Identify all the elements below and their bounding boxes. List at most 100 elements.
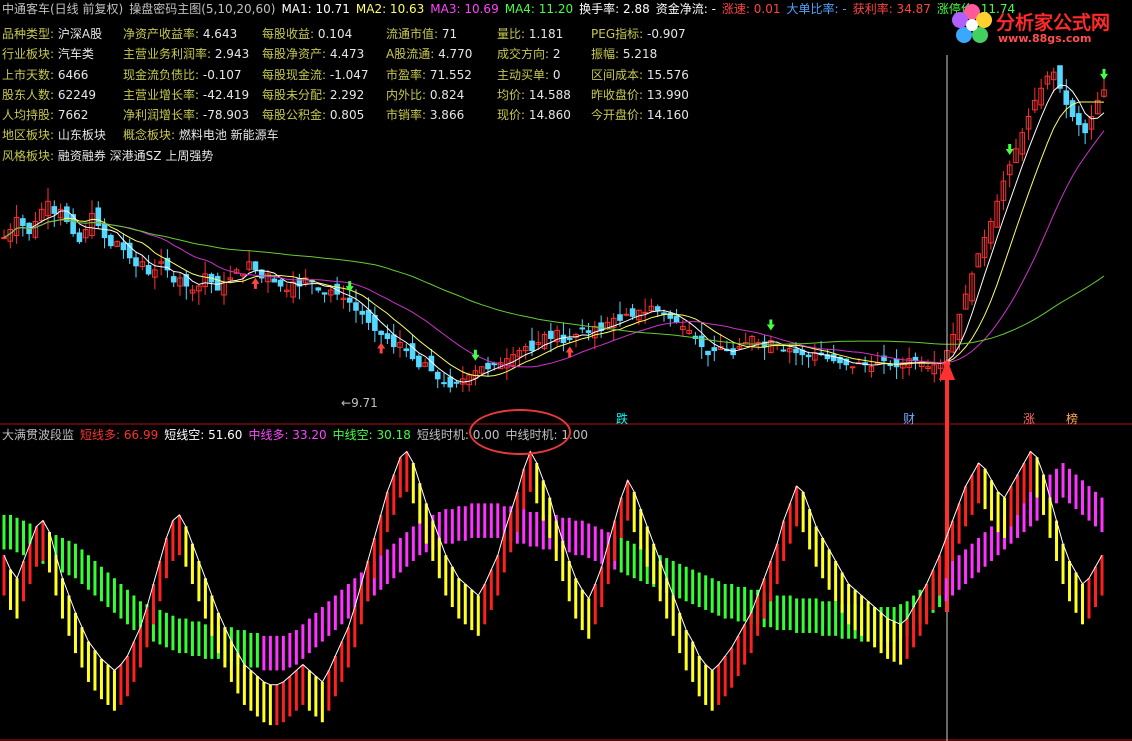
candle-body	[120, 242, 127, 251]
info-label: 内外比:	[386, 87, 427, 102]
info-value: 4.770	[434, 47, 473, 62]
info-value: 3.866	[426, 108, 465, 123]
info-label: 概念板块:	[123, 128, 176, 143]
candle-body	[893, 358, 900, 368]
info-value: 0.104	[314, 27, 353, 41]
highlight-callout	[469, 409, 571, 455]
candle-body	[359, 310, 366, 315]
candle-body	[1069, 100, 1076, 118]
info-label: 行业板块:	[2, 47, 55, 62]
info-value: 71	[438, 27, 458, 41]
candle-body	[780, 349, 787, 352]
header-item-10: 获利率: 34.87	[852, 2, 931, 16]
low-price-value: 9.71	[351, 396, 378, 410]
header-item-6: 换手率: 2.88	[579, 2, 650, 16]
indicator-item-3: 中线多: 33.20	[248, 428, 327, 442]
candle-body	[384, 333, 391, 339]
info-value: 4.473	[326, 47, 365, 62]
candle-body	[271, 278, 278, 283]
candle-body	[793, 348, 799, 354]
buy-arrow-icon	[251, 277, 260, 289]
info-label: A股流通:	[386, 47, 435, 62]
info-value: 5.218	[619, 47, 658, 62]
candle-body	[642, 311, 648, 314]
info-cell: 现金流负债比: -0.107	[123, 65, 242, 85]
info-cell: 成交方向: 2	[497, 44, 561, 64]
info-cell: 上市天数: 6466	[2, 65, 88, 85]
candle-body	[623, 313, 630, 316]
info-cell: 量比: 1.181	[497, 24, 563, 44]
sell-arrow-icon	[766, 319, 775, 331]
header-item-3: MA2: 10.63	[355, 2, 425, 16]
info-label: PEG指标:	[591, 27, 644, 41]
info-cell: 昨收盘价: 13.990	[591, 85, 689, 105]
indicator-item-2: 短线空: 51.60	[164, 428, 243, 442]
info-cell: 主营业增长率: -42.419	[123, 85, 249, 105]
indicator-item-4: 中线空: 30.18	[332, 428, 411, 442]
info-label: 风格板块:	[2, 148, 55, 163]
candle-body	[416, 355, 422, 368]
candle-body	[145, 265, 152, 275]
info-label: 量比:	[497, 27, 526, 41]
candle-body	[441, 382, 447, 385]
info-cell: 风格板块: 融资融券 深港通SZ 上周强势	[2, 146, 213, 166]
candle-body	[277, 279, 284, 287]
candle-body	[1063, 90, 1070, 105]
site-logo: 分析家公式网 www.88gs.com	[950, 2, 1132, 48]
candle-body	[529, 340, 535, 352]
candle-body	[566, 337, 573, 340]
info-cell: 市盈率: 71.552	[386, 65, 472, 85]
info-cell: 主动买单: 0	[497, 65, 561, 85]
info-cell: 每股未分配: 2.292	[262, 85, 364, 105]
info-label: 股东人数:	[2, 87, 55, 102]
info-label: 现价:	[497, 108, 526, 123]
info-label: 均价:	[497, 87, 526, 102]
candle-body	[830, 354, 837, 362]
info-value: 6466	[54, 67, 89, 82]
header-item-4: MA3: 10.69	[430, 2, 499, 16]
info-cell: 股东人数: 62249	[2, 85, 96, 105]
header-item-9: 大单比率: -	[786, 2, 847, 16]
candle-body	[346, 297, 353, 303]
info-value: 山东板块	[54, 128, 106, 143]
candle-body	[485, 362, 491, 370]
info-cell: 地区板块: 山东板块	[2, 125, 106, 145]
candle-body	[353, 302, 359, 311]
info-cell: 概念板块: 燃料电池 新能源车	[123, 125, 279, 145]
candle-body	[365, 309, 372, 323]
header-item-7: 资金净流: -	[655, 2, 716, 16]
info-label: 主营业增长率:	[123, 87, 200, 102]
candle-body	[698, 335, 705, 348]
info-label: 每股净资产:	[262, 47, 327, 62]
buy-arrow-icon	[377, 342, 386, 354]
info-label: 昨收盘价:	[591, 87, 644, 102]
info-value: 4.643	[199, 27, 238, 41]
info-cell: 流通市值: 71	[386, 24, 457, 44]
candle-body	[629, 308, 636, 317]
info-cell: 今开盘价: 14.160	[591, 105, 689, 125]
info-value: 62249	[54, 87, 97, 102]
info-value: -78.903	[199, 108, 250, 123]
header-item-5: MA4: 11.20	[504, 2, 574, 16]
candle-body	[755, 342, 762, 345]
info-label: 市销率:	[386, 108, 427, 123]
candle-body	[101, 223, 108, 239]
sell-arrow-icon	[1005, 143, 1014, 155]
info-cell: 行业板块: 汽车类	[2, 44, 94, 64]
candle-body	[170, 276, 177, 283]
candle-body	[76, 232, 83, 243]
info-value: 0.805	[326, 108, 365, 123]
candle-body	[108, 234, 114, 247]
info-cell: PEG指标: -0.907	[591, 24, 686, 44]
chart-stage: 中通客车(日线 前复权) 操盘密码主图(5,10,20,60) MA1: 10.71…	[0, 0, 1132, 741]
header-item-2: MA1: 10.71	[281, 2, 350, 16]
info-value: 0.824	[426, 87, 465, 102]
info-label: 每股现金流:	[262, 67, 327, 82]
info-value: 15.576	[643, 67, 689, 82]
info-value: -1.047	[326, 67, 369, 82]
info-cell: 品种类型: 沪深A股	[2, 24, 102, 44]
candle-body	[434, 371, 441, 380]
info-cell: 每股公积金: 0.805	[262, 105, 364, 125]
info-cell: 每股净资产: 4.473	[262, 44, 364, 64]
info-value: 0	[549, 67, 561, 82]
